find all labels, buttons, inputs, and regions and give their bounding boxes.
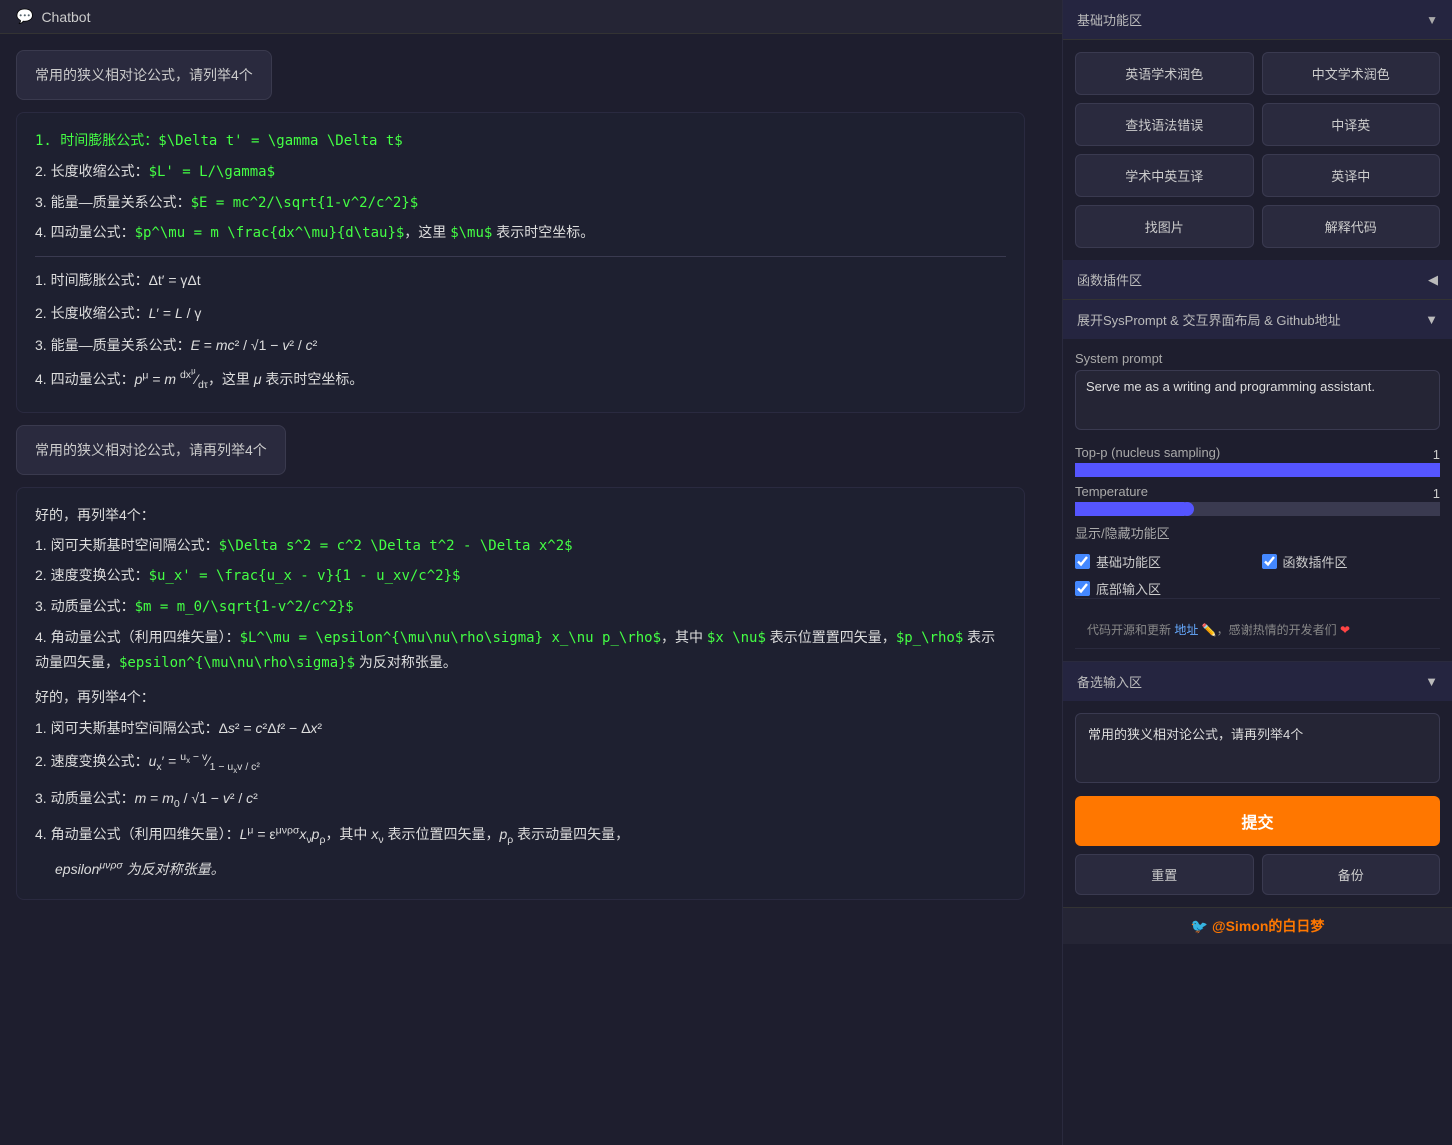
plugin-section[interactable]: 函数插件区 ◀: [1063, 260, 1452, 300]
btn-en-zh[interactable]: 英译中: [1262, 154, 1441, 197]
btn-academic-trans[interactable]: 学术中英互译: [1075, 154, 1254, 197]
right-panel: 基础功能区 ▼ 英语学术润色 中文学术润色 查找语法错误 中译英 学术中英互译 …: [1062, 0, 1452, 1145]
plugin-arrow: ◀: [1428, 272, 1438, 288]
bottom-buttons: 重置 备份: [1075, 854, 1440, 895]
basic-functions-arrow: ▼: [1426, 13, 1438, 27]
system-prompt-textarea[interactable]: [1075, 370, 1440, 430]
checkbox-basic-input[interactable]: [1075, 554, 1090, 569]
basic-functions-header[interactable]: 基础功能区 ▼: [1063, 0, 1452, 40]
alt-input-arrow: ▼: [1425, 674, 1438, 689]
user-message-2: 常用的狭义相对论公式，请再列举4个: [16, 425, 286, 475]
basic-functions-grid: 英语学术润色 中文学术润色 查找语法错误 中译英 学术中英互译 英译中 找图片 …: [1063, 40, 1452, 260]
titlebar: 💬 Chatbot: [0, 0, 1062, 34]
chat-panel: 💬 Chatbot 常用的狭义相对论公式，请列举4个 1. 时间膨胀公式：$\D…: [0, 0, 1062, 1145]
assistant-message-1: 1. 时间膨胀公式：$\Delta t' = \gamma \Delta t$ …: [16, 112, 1025, 413]
watermark: 🐦 @Simon的白日梦: [1063, 907, 1452, 944]
top-p-value: 1: [1433, 447, 1440, 462]
alt-input-textarea[interactable]: [1075, 713, 1440, 783]
user-message-1: 常用的狭义相对论公式，请列举4个: [16, 50, 272, 100]
alt-input-header[interactable]: 备选输入区 ▼: [1063, 662, 1452, 701]
checkbox-plugin-input[interactable]: [1262, 554, 1277, 569]
visibility-section: 显示/隐藏功能区 基础功能区 函数插件区 底部输入区: [1075, 523, 1440, 599]
footer-links: 代码开源和更新 地址 ✏️，感谢热情的开发者们 ❤: [1075, 611, 1440, 649]
btn-find-image[interactable]: 找图片: [1075, 205, 1254, 248]
sysprompt-arrow: ▼: [1425, 312, 1438, 327]
checkbox-bottom[interactable]: 底部输入区: [1075, 579, 1254, 598]
sysprompt-section: 展开SysPrompt & 交互界面布局 & Github地址 ▼ System…: [1063, 300, 1452, 662]
system-prompt-label: System prompt: [1075, 351, 1440, 366]
app-title: Chatbot: [41, 9, 90, 25]
btn-zh-en[interactable]: 中译英: [1262, 103, 1441, 146]
footer-link[interactable]: 地址: [1174, 623, 1198, 637]
chat-container: 常用的狭义相对论公式，请列举4个 1. 时间膨胀公式：$\Delta t' = …: [0, 34, 1062, 1145]
save-button[interactable]: 备份: [1262, 854, 1441, 895]
visibility-label: 显示/隐藏功能区: [1075, 523, 1440, 542]
temperature-label: Temperature: [1075, 484, 1148, 499]
btn-en-polish[interactable]: 英语学术润色: [1075, 52, 1254, 95]
btn-zh-polish[interactable]: 中文学术润色: [1262, 52, 1441, 95]
temperature-value: 1: [1433, 486, 1440, 501]
top-p-slider[interactable]: [1075, 468, 1440, 472]
chat-icon: 💬: [16, 8, 33, 25]
sysprompt-body: System prompt Top-p (nucleus sampling) 1…: [1063, 339, 1452, 661]
temperature-slider[interactable]: [1075, 507, 1440, 511]
top-p-container: Top-p (nucleus sampling) 1: [1075, 445, 1440, 472]
checkbox-plugin[interactable]: 函数插件区: [1262, 552, 1441, 571]
alt-input-section: 备选输入区 ▼ 提交 重置 备份: [1063, 662, 1452, 907]
assistant-message-2: 好的，再列举4个： 1. 闵可夫斯基时空间隔公式：$\Delta s^2 = c…: [16, 487, 1025, 900]
btn-grammar[interactable]: 查找语法错误: [1075, 103, 1254, 146]
checkbox-basic[interactable]: 基础功能区: [1075, 552, 1254, 571]
top-p-label: Top-p (nucleus sampling): [1075, 445, 1220, 460]
reset-button[interactable]: 重置: [1075, 854, 1254, 895]
btn-explain-code[interactable]: 解释代码: [1262, 205, 1441, 248]
checkbox-bottom-input[interactable]: [1075, 581, 1090, 596]
temperature-container: Temperature 1: [1075, 484, 1440, 511]
submit-button[interactable]: 提交: [1075, 796, 1440, 846]
sysprompt-header[interactable]: 展开SysPrompt & 交互界面布局 & Github地址 ▼: [1063, 300, 1452, 339]
